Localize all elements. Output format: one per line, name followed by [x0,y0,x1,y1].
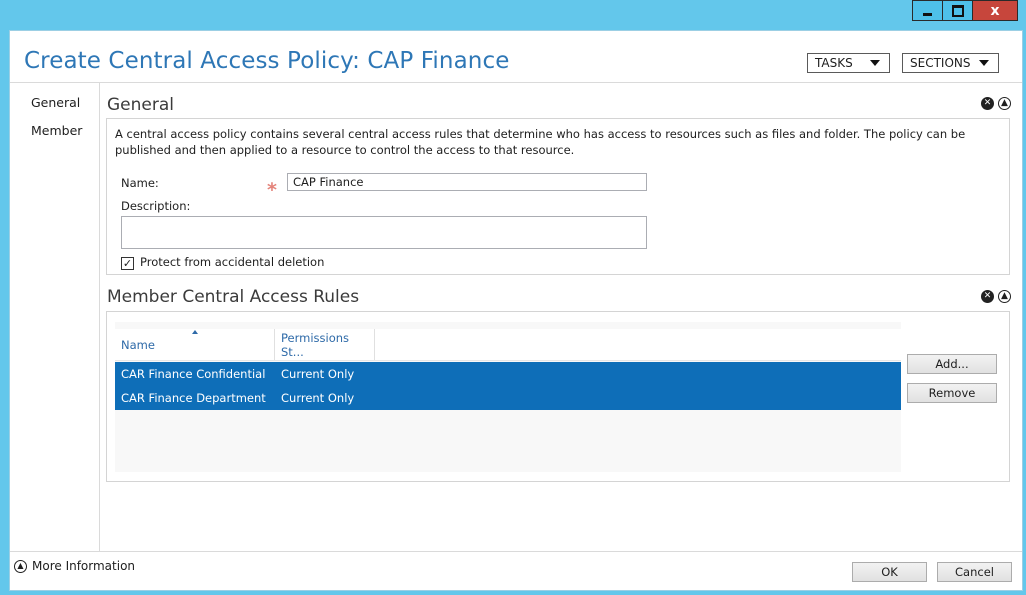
name-label: Name: [121,176,159,190]
expand-circle-icon: ▲ [14,559,27,573]
column-header-permissions[interactable]: Permissions St... [275,329,375,360]
ok-button[interactable]: OK [852,562,927,582]
table-row[interactable]: CAR Finance Department Current Only [115,386,901,410]
row-name: CAR Finance Confidential [121,367,266,381]
cancel-button[interactable]: Cancel [937,562,1012,582]
sidebar: General Member [10,83,100,551]
header-divider [10,82,1022,83]
description-field[interactable] [121,216,647,249]
members-section-title: Member Central Access Rules [107,287,360,307]
general-section-icons: ✕ ▲ [981,97,1011,110]
sections-label: SECTIONS [910,56,971,70]
row-permissions: Current Only [281,367,355,381]
rules-table: Name Permissions St... CAR Finance Confi… [115,322,901,472]
tasks-dropdown[interactable]: TASKS [807,53,890,73]
close-circle-icon[interactable]: ✕ [981,290,994,303]
collapse-circle-icon[interactable]: ▲ [998,97,1011,110]
minimize-icon [923,13,932,16]
close-button[interactable]: x [972,0,1018,21]
checkmark-icon: ✓ [122,257,133,270]
required-marker: * [267,179,277,201]
collapse-circle-icon[interactable]: ▲ [998,290,1011,303]
more-information-toggle[interactable]: ▲ More Information [14,559,135,573]
close-circle-icon[interactable]: ✕ [981,97,994,110]
row-permissions: Current Only [281,391,355,405]
description-label: Description: [121,199,191,213]
name-field[interactable]: CAP Finance [287,173,647,191]
sidebar-item-member[interactable]: Member [31,123,82,138]
table-header: Name Permissions St... [115,329,901,361]
table-row[interactable]: CAR Finance Confidential Current Only [115,362,901,386]
minimize-button[interactable] [912,0,943,21]
row-name: CAR Finance Department [121,391,266,405]
chevron-down-icon [979,60,989,66]
footer-divider [10,551,1022,552]
close-icon: x [990,2,1000,19]
general-panel: A central access policy contains several… [106,118,1010,275]
column-header-name[interactable]: Name [115,329,275,360]
add-button[interactable]: Add... [907,354,997,374]
protect-label: Protect from accidental deletion [140,255,325,269]
sections-dropdown[interactable]: SECTIONS [902,53,999,73]
protect-checkbox[interactable]: ✓ [121,257,134,270]
page-title: Create Central Access Policy: CAP Financ… [24,48,510,74]
members-section-icons: ✕ ▲ [981,290,1011,303]
dialog-window: Create Central Access Policy: CAP Financ… [9,30,1023,591]
more-information-label: More Information [32,559,136,573]
maximize-icon [951,4,964,17]
maximize-button[interactable] [942,0,973,21]
general-section-title: General [107,95,174,115]
members-panel: Name Permissions St... CAR Finance Confi… [106,311,1010,482]
general-description: A central access policy contains several… [115,127,966,157]
tasks-label: TASKS [815,56,853,70]
chevron-down-icon [870,60,880,66]
remove-button[interactable]: Remove [907,383,997,403]
window-controls: x [912,0,1018,21]
sort-ascending-icon [192,330,198,334]
sidebar-item-general[interactable]: General [31,95,80,110]
